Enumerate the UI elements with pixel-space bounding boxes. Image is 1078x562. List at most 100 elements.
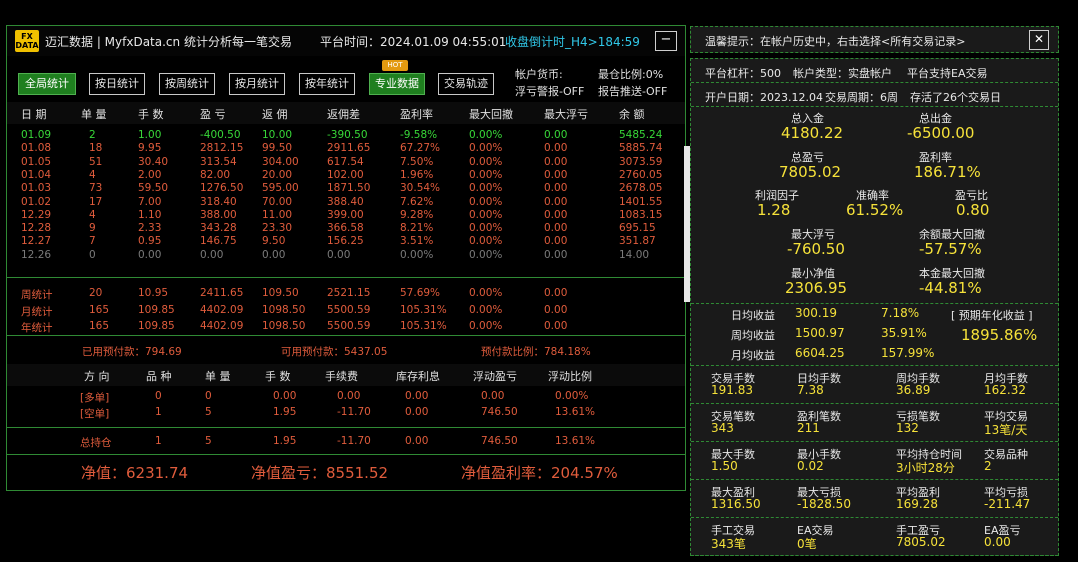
table-cell: 1871.50 xyxy=(327,182,371,195)
table-cell: 0.00 xyxy=(544,168,568,181)
col-pos-lots: 手 数 xyxy=(265,370,291,383)
table-cell: 0.00 xyxy=(544,155,568,168)
metric-value: 343 xyxy=(711,421,734,435)
divider xyxy=(7,335,685,336)
divider xyxy=(7,454,685,455)
table-cell: 2911.65 xyxy=(327,142,371,155)
table-cell: 17 xyxy=(89,195,103,208)
monthly-return-pct: 157.99% xyxy=(881,346,935,360)
summary-cell: 0.00% xyxy=(469,320,503,332)
table-cell: 18 xyxy=(89,142,103,155)
hot-badge: HOT xyxy=(382,60,408,71)
summary-cell: 20 xyxy=(89,287,103,299)
metric-group: 交易手数 191.83 日均手数 7.38 周均手数 36.89 月均手数 162.32 xyxy=(691,366,1058,404)
total-cell: 5 xyxy=(205,435,212,447)
metric-group: 最大手数 1.50 最小手数 0.02 平均持仓时间 3小时28分 交易品种 2 xyxy=(691,442,1058,480)
panel-header: FX DATA 迈汇数据 | MyfxData.cn 统计分析每一笔交易 平台时… xyxy=(7,26,685,56)
position-cell: 746.50 xyxy=(481,406,518,418)
table-cell: 146.75 xyxy=(200,235,237,248)
summary-cell: 1098.50 xyxy=(262,303,306,316)
table-cell: 388.40 xyxy=(327,195,364,208)
col-max-drawdown: 最大回撤 xyxy=(469,108,513,121)
table-cell: 2678.05 xyxy=(619,182,663,195)
table-cell: 617.54 xyxy=(327,155,364,168)
table-cell: 01.02 xyxy=(21,195,52,208)
table-cell: 2760.05 xyxy=(619,168,663,181)
summary-cell: 109.85 xyxy=(138,303,175,316)
position-cell: 0 xyxy=(205,390,212,402)
metric-value: -211.47 xyxy=(984,497,1031,511)
ea-support: 平台支持EA交易 xyxy=(907,67,988,80)
total-pl-value: 7805.02 xyxy=(779,163,842,181)
table-cell: -9.58% xyxy=(400,129,438,141)
col-profit-rate: 盈利率 xyxy=(400,108,433,121)
table-cell: 0.00 xyxy=(544,208,568,221)
table-cell: 30.40 xyxy=(138,155,169,168)
table-cell: 10.00 xyxy=(262,129,293,141)
table-cell: 01.03 xyxy=(21,182,52,195)
table-header: 日 期 单 量 手 数 盈 亏 返 佣 返佣差 盈利率 最大回撤 最大浮亏 余 … xyxy=(7,102,685,124)
table-cell: 2812.15 xyxy=(200,142,244,155)
logo-text-bottom: DATA xyxy=(15,41,39,50)
rr-ratio-value: 0.80 xyxy=(956,201,990,219)
table-cell: 343.28 xyxy=(200,222,237,235)
tab-yearly-stats[interactable]: 按年统计 xyxy=(299,73,355,95)
table-cell: 595.00 xyxy=(262,182,299,195)
minimize-button[interactable]: − xyxy=(655,31,677,51)
tab-weekly-stats[interactable]: 按周统计 xyxy=(159,73,215,95)
position-cell: 0.00% xyxy=(555,390,589,402)
table-cell: 01.04 xyxy=(21,168,52,181)
table-cell: 2.33 xyxy=(138,222,162,235)
summary-cell: 0.00% xyxy=(469,303,503,316)
table-cell: 70.00 xyxy=(262,195,293,208)
tab-monthly-stats[interactable]: 按月统计 xyxy=(229,73,285,95)
tab-global-stats[interactable]: 全局统计 xyxy=(18,73,76,95)
trade-metrics-grid: 交易手数 191.83 日均手数 7.38 周均手数 36.89 月均手数 162.32 交易笔… xyxy=(691,366,1058,556)
metric-value: 0笔 xyxy=(797,537,817,551)
table-body: 01.09 2 1.00 -400.50 10.00 -390.50 -9.58% 0.00%… xyxy=(7,124,685,282)
metric-value: 36.89 xyxy=(896,383,931,397)
table-cell: 1401.55 xyxy=(619,195,663,208)
used-margin: 已用预付款：794.69 xyxy=(82,346,182,358)
leverage: 平台杠杆：500 xyxy=(705,67,781,80)
summary-cell: 5500.59 xyxy=(327,303,371,316)
col-swap: 库存利息 xyxy=(396,370,440,383)
close-countdown: 收盘倒计时_H4>184:59 xyxy=(505,35,640,49)
table-cell: 366.58 xyxy=(327,222,364,235)
metric-group: 交易笔数 343 盈利笔数 211 亏损笔数 132 平均交易 13笔/天 xyxy=(691,404,1058,442)
close-button[interactable]: ✕ xyxy=(1029,30,1049,50)
report-push-toggle[interactable]: 报告推送-OFF xyxy=(598,83,667,99)
table-cell: 3073.59 xyxy=(619,155,663,168)
table-cell: 0.00% xyxy=(469,168,503,181)
summary-cell: 0.00 xyxy=(544,303,568,316)
table-cell: 388.00 xyxy=(200,208,237,221)
table-cell: 12.26 xyxy=(21,248,52,261)
table-cell: 2 xyxy=(89,129,96,141)
tab-trade-track[interactable]: 交易轨迹 xyxy=(438,73,494,95)
col-float-ratio: 浮动比例 xyxy=(548,370,592,383)
table-cell: -390.50 xyxy=(327,129,368,141)
float-alert-toggle[interactable]: 浮亏警报-OFF xyxy=(515,83,584,99)
table-cell: 0.00% xyxy=(469,208,503,221)
table-cell: 1.10 xyxy=(138,208,162,221)
summary-cell: 2411.65 xyxy=(200,287,244,299)
tab-daily-stats[interactable]: 按日统计 xyxy=(89,73,145,95)
summary-cell: 109.85 xyxy=(138,320,175,332)
summary-cell: 5500.59 xyxy=(327,320,371,332)
col-rebate: 返 佣 xyxy=(262,108,288,121)
table-cell: 0.00% xyxy=(469,235,503,248)
summary-cell: 4402.09 xyxy=(200,303,244,316)
summary-cell: 109.50 xyxy=(262,287,299,299)
daily-return-value: 300.19 xyxy=(795,306,837,320)
monthly-return-label: 月均收益 xyxy=(731,349,775,362)
table-cell: 313.54 xyxy=(200,155,237,168)
profit-factor-value: 1.28 xyxy=(757,201,791,219)
daily-return-label: 日均收益 xyxy=(731,309,775,322)
table-cell: 0.00% xyxy=(469,155,503,168)
positions-header: 方 向 品 种 单 量 手 数 手续费 库存利息 浮动盈亏 浮动比例 xyxy=(7,364,685,386)
tab-pro-data[interactable]: 专业数据 xyxy=(369,73,425,95)
total-cell: 13.61% xyxy=(555,435,596,447)
metric-group: 手工交易 343笔 EA交易 0笔 手工盈亏 7805.02 EA盈亏 0.00 xyxy=(691,518,1058,556)
summary-cell: 105.31% xyxy=(400,320,447,332)
table-cell: 73 xyxy=(89,182,103,195)
